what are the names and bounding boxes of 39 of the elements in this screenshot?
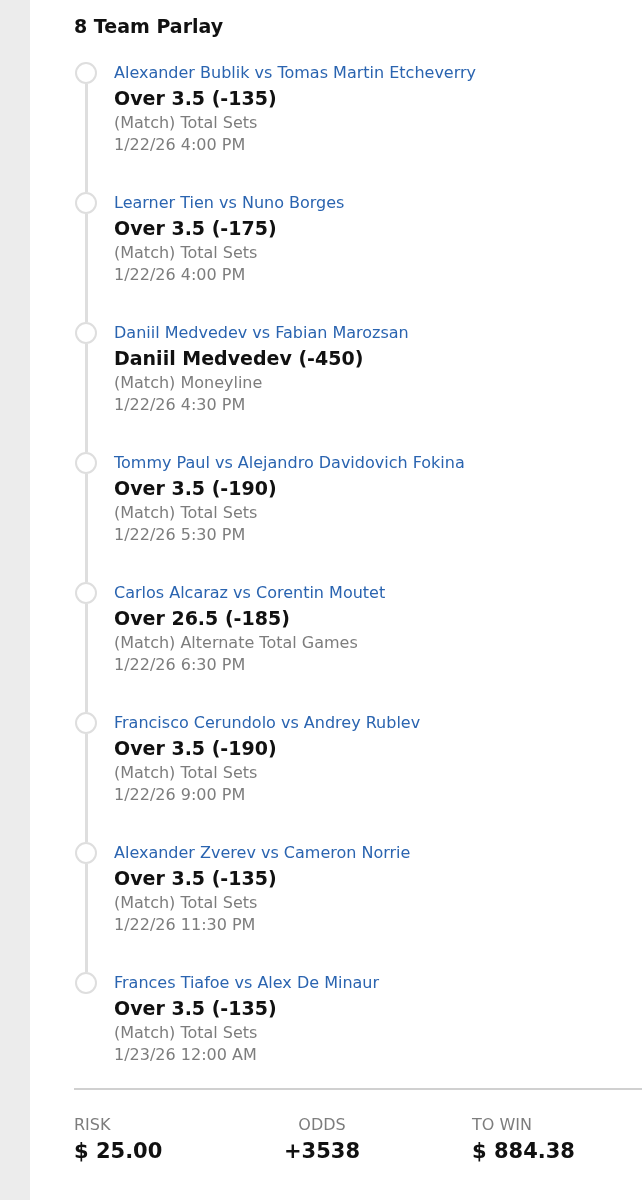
summary-value: $ 25.00 [74,1138,164,1165]
market-text: (Match) Total Sets [114,892,259,914]
selection-text: Over 26.5 (-185) [114,606,291,631]
selection-text: Over 3.5 (-135) [114,866,278,891]
market-text: (Match) Total Sets [114,762,259,784]
matchup-link[interactable]: Tommy Paul vs Alejandro Davidovich Fokina [114,452,465,474]
matchup-link[interactable]: Carlos Alcaraz vs Corentin Moutet [114,582,386,604]
market-text: (Match) Alternate Total Games [114,632,359,654]
summary-value: $ 884.38 [472,1138,576,1165]
selection-text: Over 3.5 (-175) [114,216,278,241]
matchup-link[interactable]: Alexander Zverev vs Cameron Norrie [114,842,411,864]
selection-text: Over 3.5 (-135) [114,996,278,1021]
parlay-title: 8 Team Parlay [74,14,225,39]
matchup-link[interactable]: Francisco Cerundolo vs Andrey Rublev [114,712,421,734]
event-time: 1/22/26 4:00 PM [114,264,247,286]
event-time: 1/22/26 6:30 PM [114,654,247,676]
market-text: (Match) Moneyline [114,372,264,394]
matchup-link[interactable]: Learner Tien vs Nuno Borges [114,192,345,214]
event-time: 1/22/26 4:00 PM [114,134,247,156]
selection-text: Over 3.5 (-190) [114,476,278,501]
matchup-link[interactable]: Daniil Medvedev vs Fabian Marozsan [114,322,409,344]
selection-text: Over 3.5 (-190) [114,736,278,761]
event-time: 1/22/26 5:30 PM [114,524,247,546]
selection-text: Daniil Medvedev (-450) [114,346,365,371]
summary-label: RISK [74,1114,112,1136]
summary-label: ODDS [297,1114,347,1136]
selection-text: Over 3.5 (-135) [114,86,278,111]
summary-label: TO WIN [472,1114,533,1136]
summary-value: +3538 [282,1138,361,1165]
market-text: (Match) Total Sets [114,1022,259,1044]
event-time: 1/22/26 4:30 PM [114,394,247,416]
event-time: 1/22/26 11:30 PM [114,914,257,936]
market-text: (Match) Total Sets [114,112,259,134]
market-text: (Match) Total Sets [114,502,259,524]
matchup-link[interactable]: Alexander Bublik vs Tomas Martin Etcheverry [114,62,477,84]
event-time: 1/22/26 9:00 PM [114,784,247,806]
event-time: 1/23/26 12:00 AM [114,1044,258,1066]
matchup-link[interactable]: Frances Tiafoe vs Alex De Minaur [114,972,380,994]
market-text: (Match) Total Sets [114,242,259,264]
